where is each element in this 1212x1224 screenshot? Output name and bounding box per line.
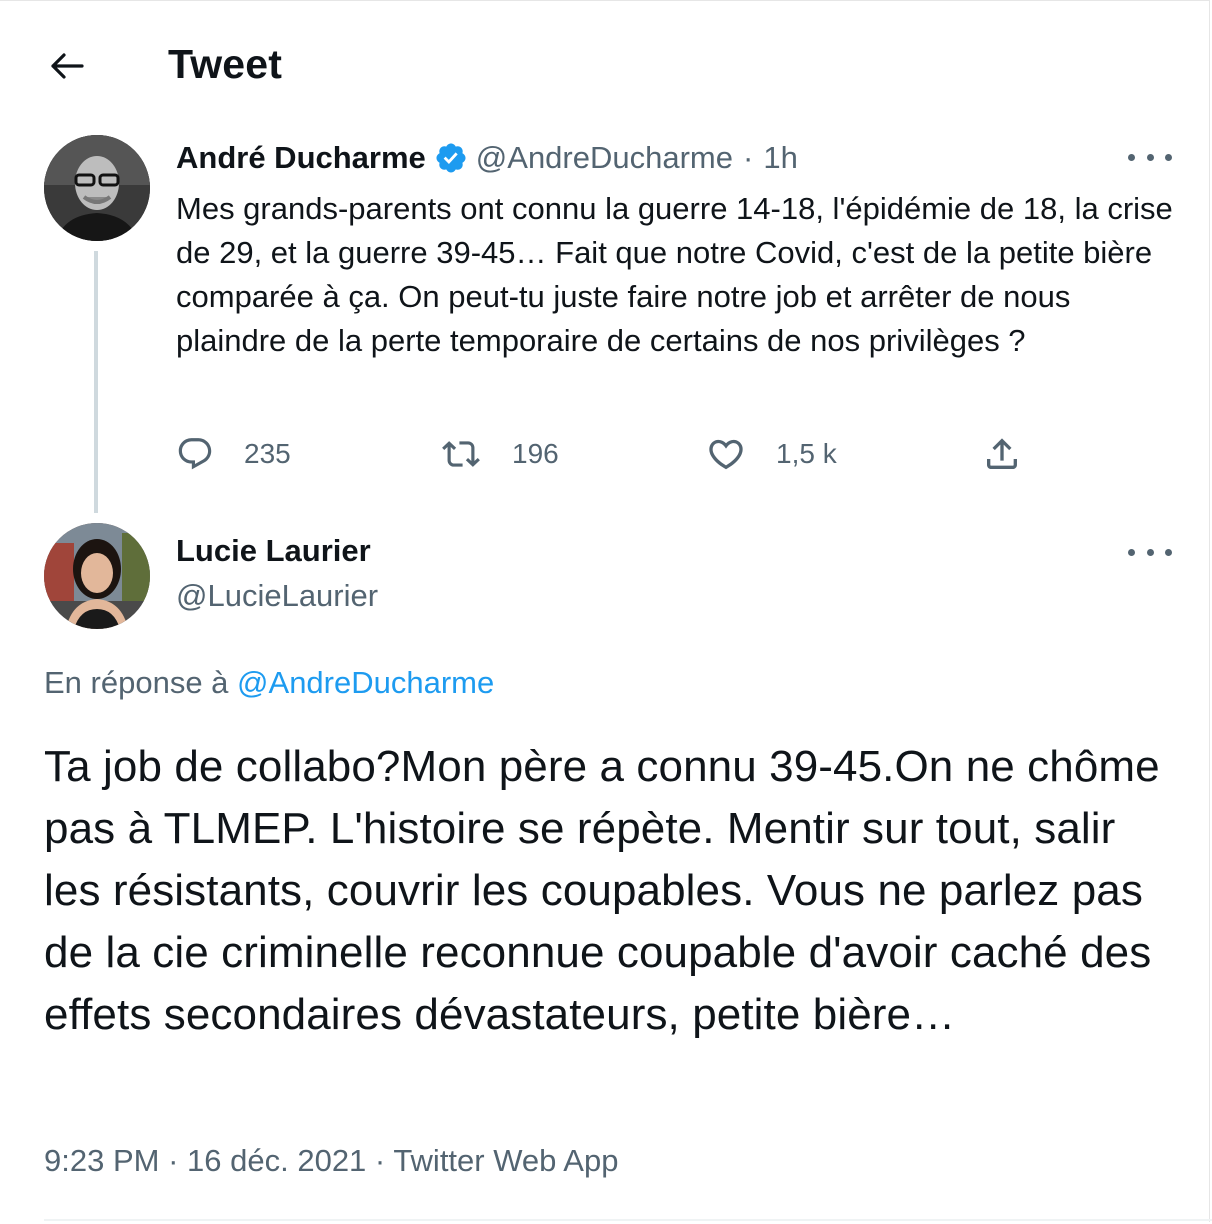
more-options-icon[interactable] bbox=[1128, 147, 1172, 167]
like-button[interactable]: 1,5 k bbox=[706, 427, 837, 481]
author-name[interactable]: André Ducharme bbox=[176, 140, 426, 176]
in-reply-label: En réponse à bbox=[44, 665, 229, 700]
tweet-author-row: André Ducharme @AndreDucharme · 1h bbox=[176, 137, 798, 179]
retweet-icon bbox=[442, 441, 480, 467]
reply-date[interactable]: 16 déc. 2021 bbox=[187, 1143, 366, 1178]
tweet-actions: 235 196 1,5 k bbox=[176, 427, 1076, 481]
reply-button[interactable]: 235 bbox=[176, 427, 291, 481]
reply-icon bbox=[178, 438, 212, 470]
back-button[interactable] bbox=[46, 45, 88, 87]
retweet-button[interactable]: 196 bbox=[440, 427, 559, 481]
in-reply-mention-link[interactable]: @AndreDucharme bbox=[237, 665, 494, 700]
dot-separator: · bbox=[743, 140, 754, 175]
divider bbox=[44, 1219, 1212, 1221]
meta-separator: · bbox=[168, 1143, 179, 1178]
reply-count: 235 bbox=[244, 438, 291, 469]
author-handle[interactable]: @AndreDucharme bbox=[476, 140, 733, 176]
reply-more-options-icon[interactable] bbox=[1128, 542, 1172, 562]
tweet-time[interactable]: 1h bbox=[763, 140, 797, 176]
verified-badge-icon bbox=[434, 141, 468, 175]
in-reply-to: En réponse à @AndreDucharme bbox=[44, 665, 494, 701]
andre-avatar[interactable] bbox=[44, 135, 150, 241]
arrow-left-icon bbox=[51, 53, 84, 79]
thread-line bbox=[94, 251, 98, 513]
tweet-text: Mes grands-parents ont connu la guerre 1… bbox=[176, 191, 1173, 358]
heart-icon bbox=[709, 439, 743, 470]
share-button[interactable] bbox=[982, 427, 1022, 481]
reply-text: Ta job de collabo?Mon père a connu 39-45… bbox=[44, 742, 1160, 1039]
like-count: 1,5 k bbox=[776, 438, 837, 469]
reply-metadata: 9:23 PM · 16 déc. 2021 · Twitter Web App bbox=[44, 1143, 618, 1179]
tweet-page: Tweet André Ducharme @AndreDucharme · 1h… bbox=[0, 0, 1212, 1222]
share-icon bbox=[987, 438, 1017, 469]
page-title: Tweet bbox=[168, 41, 283, 87]
reply-source-app[interactable]: Twitter Web App bbox=[393, 1143, 618, 1178]
reply-time[interactable]: 9:23 PM bbox=[44, 1143, 159, 1178]
page-header: Tweet bbox=[0, 1, 1212, 131]
reply-author-name[interactable]: Lucie Laurier bbox=[176, 533, 371, 569]
reply-author-handle[interactable]: @LucieLaurier bbox=[176, 578, 378, 614]
retweet-count: 196 bbox=[512, 438, 559, 469]
meta-separator: · bbox=[374, 1143, 386, 1178]
lucie-avatar[interactable] bbox=[44, 523, 150, 629]
